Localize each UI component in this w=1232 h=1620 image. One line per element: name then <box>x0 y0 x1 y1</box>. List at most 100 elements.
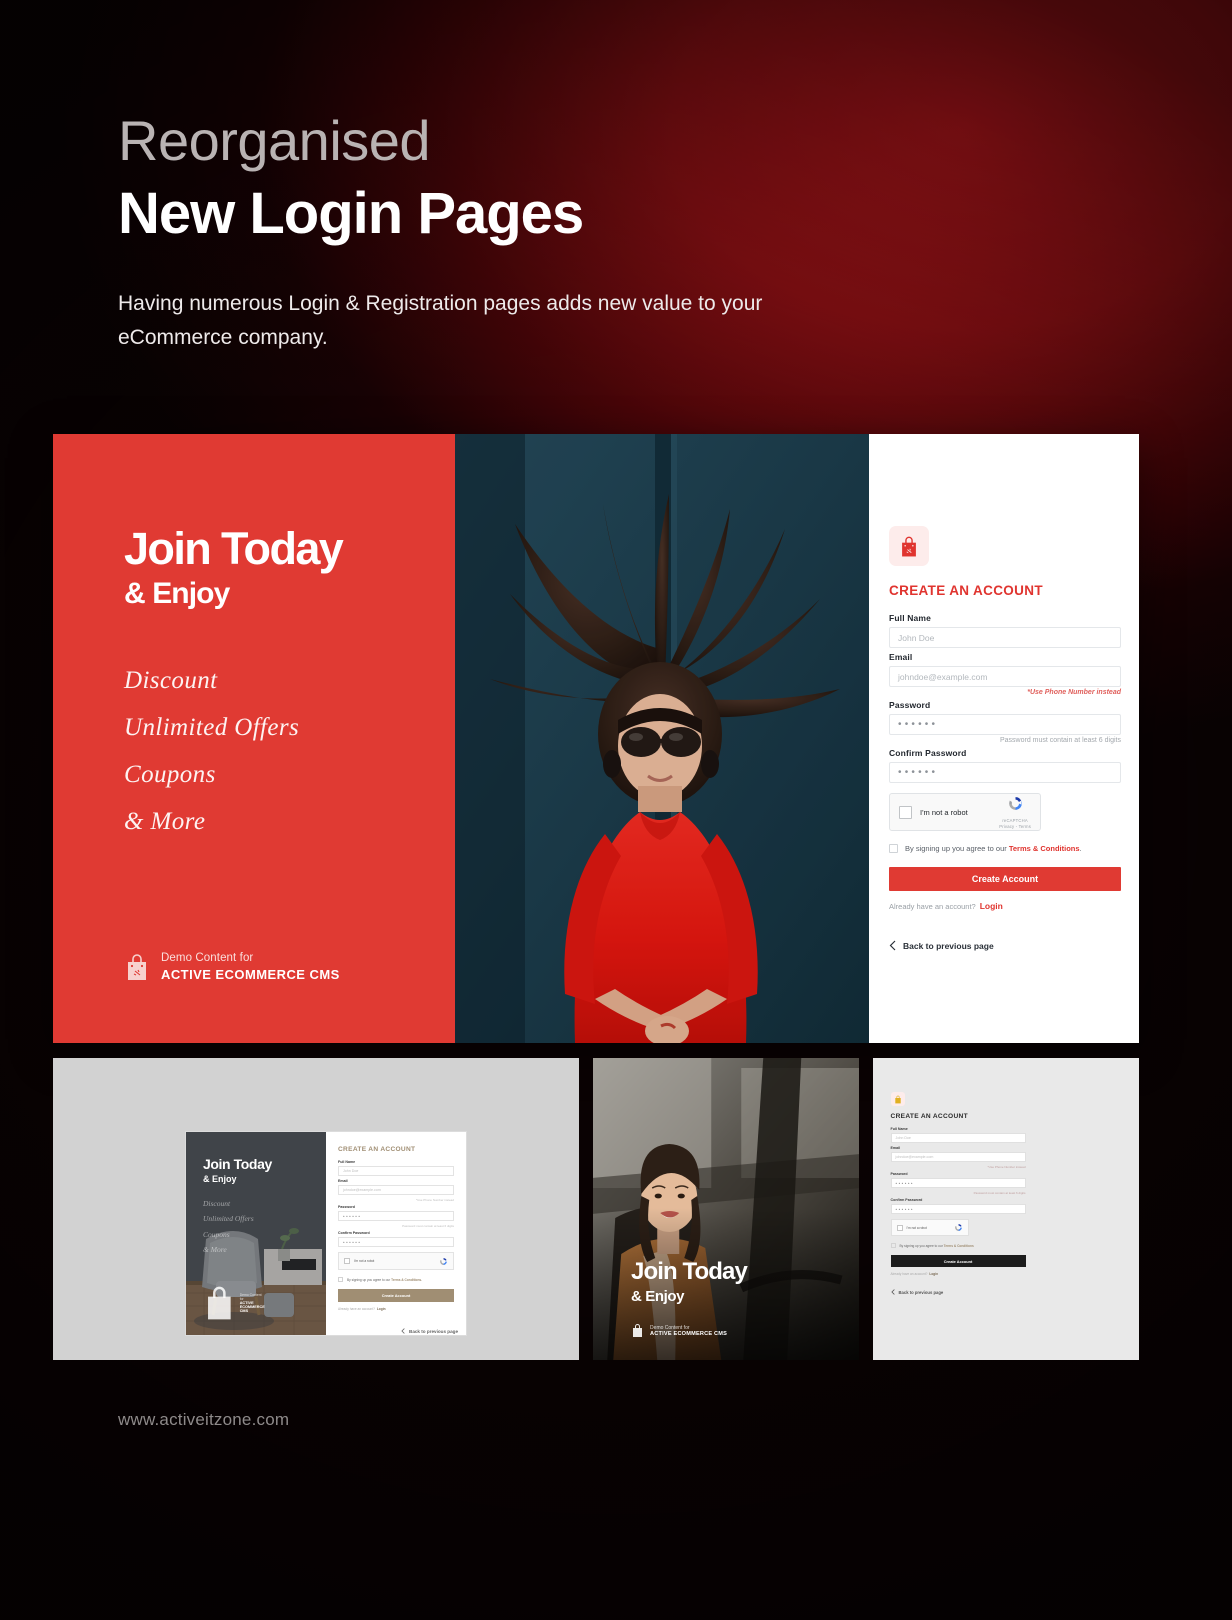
mini-form-title: CREATE AN ACCOUNT <box>338 1146 416 1153</box>
mini3-login-prompt: Already have an account? Login <box>891 1272 1126 1276</box>
mini3-terms-checkbox[interactable] <box>890 1243 896 1248</box>
mini-login-prompt: Already have an account? Login <box>338 1307 454 1311</box>
field-label: Email <box>889 652 913 662</box>
mini3-login-prompt-text: Already have an account? <box>890 1272 928 1276</box>
thumb2-promo-text: Join Today & Enjoy <box>631 1258 748 1305</box>
hero-photo <box>455 434 869 1043</box>
thumbnail-row: Join Today & Enjoy Discount Unlimited Of… <box>53 1058 1139 1360</box>
thumbnail-car-variant[interactable]: Join Today & Enjoy Demo Content for ACTI… <box>593 1058 859 1360</box>
mini-field-label: Confirm Password <box>338 1231 370 1235</box>
thumb2-heading-line2: & Enjoy <box>631 1288 685 1305</box>
chevron-left-icon <box>890 1289 895 1295</box>
promo-heading-line1: Join Today <box>124 523 344 574</box>
mini3-confirm-password-input[interactable]: •••••• <box>890 1204 1026 1214</box>
mini-terms-prefix: By signing up you agree to our <box>347 1277 391 1282</box>
mini-field-label: Full Name <box>338 1160 356 1164</box>
chevron-left-icon <box>401 1328 405 1334</box>
thumb2-heading-line1: Join Today <box>631 1258 748 1285</box>
mini3-form-title: CREATE AN ACCOUNT <box>890 1113 968 1120</box>
mini-promo-benefit: Coupons <box>203 1229 230 1239</box>
mini-full-name-input[interactable]: John Doe <box>338 1166 454 1176</box>
mini3-recaptcha-widget[interactable]: I'm not a robot <box>890 1219 969 1236</box>
field-confirm-password: Confirm Password •••••• <box>889 748 1121 783</box>
hero-subtitle: Having numerous Login & Registration pag… <box>118 292 763 349</box>
field-full-name: Full Name John Doe <box>889 613 1121 648</box>
mini3-form: CREATE AN ACCOUNT Full Name John Doe Ema… <box>890 1092 1126 1295</box>
recaptcha-icon <box>954 1224 962 1231</box>
mini-footer-caption: Demo Content for <box>239 1293 262 1302</box>
mini-promo-text: Join Today & Enjoy Discount Unlimited Of… <box>203 1156 272 1258</box>
mini-field-label: Password <box>338 1205 355 1209</box>
terms-checkbox[interactable] <box>889 844 898 853</box>
recaptcha-legal[interactable]: Privacy - Terms <box>999 824 1031 829</box>
login-link[interactable]: Login <box>980 901 1003 911</box>
mini3-recaptcha-checkbox[interactable] <box>896 1224 903 1231</box>
mini-create-account-button[interactable]: Create Account <box>338 1289 454 1302</box>
mini3-create-account-button[interactable]: Create Account <box>890 1255 1026 1267</box>
woman-red-dress-photo <box>455 434 869 1043</box>
recaptcha-checkbox[interactable] <box>899 805 912 819</box>
mini-recaptcha-checkbox[interactable] <box>344 1258 350 1264</box>
promo-panel: Join Today & Enjoy Discount Unlimited Of… <box>53 434 455 1043</box>
mini3-email-input[interactable]: johndoe@example.com <box>890 1152 1026 1162</box>
thumbnail-minimal-variant[interactable]: CREATE AN ACCOUNT Full Name John Doe Ema… <box>872 1058 1139 1360</box>
mini-footer-brand: ACTIVE ECOMMERCE CMS <box>239 1301 265 1314</box>
thumb2-footer-brand: ACTIVE ECOMMERCE CMS <box>650 1330 728 1337</box>
mini-terms-checkbox[interactable] <box>338 1277 343 1282</box>
footer-url[interactable]: www.activeitzone.com <box>118 1410 289 1430</box>
recaptcha-brand-label: reCAPTCHA <box>1002 818 1028 823</box>
shopping-bag-icon <box>894 1095 901 1103</box>
mini-form-panel: CREATE AN ACCOUNT Full Name John Doe Ema… <box>326 1132 466 1335</box>
mini-recaptcha-widget[interactable]: I'm not a robot <box>338 1252 454 1270</box>
shopping-bag-icon <box>633 1324 643 1337</box>
mini-terms-link[interactable]: Terms & Conditions. <box>391 1278 422 1282</box>
mini3-field-label: Full Name <box>890 1127 908 1131</box>
mini3-terms-link[interactable]: Terms & Conditions <box>944 1244 974 1248</box>
mini3-password-input[interactable]: •••••• <box>890 1178 1026 1188</box>
recaptcha-icon <box>440 1257 447 1265</box>
mini-promo-panel: Join Today & Enjoy Discount Unlimited Of… <box>186 1132 326 1335</box>
promo-footer: Demo Content for ACTIVE ECOMMERCE CMS <box>124 951 340 983</box>
field-email: Email johndoe@example.com *Use Phone Num… <box>889 652 1121 696</box>
mini3-terms-row: By signing up you agree to our Terms & C… <box>890 1243 1126 1248</box>
email-hint[interactable]: *Use Phone Number instead <box>889 689 1121 696</box>
full-name-input[interactable]: John Doe <box>889 627 1121 648</box>
recaptcha-widget[interactable]: I'm not a robot reCAPTCHA Privacy - Term… <box>889 793 1041 831</box>
back-to-previous-page-link[interactable]: Back to previous page <box>889 940 1121 951</box>
password-hint: Password must contain at least 6 digits <box>999 737 1121 744</box>
mini-login-prompt-text: Already have an account? <box>338 1307 375 1311</box>
mini-email-input[interactable]: johndoe@example.com <box>338 1185 454 1195</box>
mini3-terms-text: By signing up you agree to our Terms & C… <box>900 1244 974 1248</box>
mini-back-link[interactable]: Back to previous page <box>401 1328 458 1334</box>
mini3-recaptcha-label: I'm not a robot <box>906 1225 927 1230</box>
promo-benefit: Unlimited Offers <box>124 714 300 741</box>
promo-footer-brand: ACTIVE ECOMMERCE CMS <box>161 966 340 982</box>
mini-promo-h1: Join Today <box>203 1156 272 1172</box>
mini-confirm-password-input[interactable]: •••••• <box>338 1237 454 1247</box>
create-account-button[interactable]: Create Account <box>889 867 1121 891</box>
field-label: Confirm Password <box>889 748 967 758</box>
promo-benefit: Discount <box>124 667 218 694</box>
terms-text: By signing up you agree to our Terms & C… <box>905 844 1082 853</box>
mini3-back-link-label: Back to previous page <box>898 1289 944 1295</box>
password-input[interactable]: •••••• <box>889 714 1121 735</box>
mini-field-label: Email <box>338 1179 348 1183</box>
login-prompt: Already have an account? Login <box>889 901 1121 911</box>
mini3-login-link[interactable]: Login <box>929 1272 938 1276</box>
mini3-back-link[interactable]: Back to previous page <box>890 1289 1126 1295</box>
shopping-bag-icon <box>128 954 146 980</box>
thumbnail-interior-variant[interactable]: Join Today & Enjoy Discount Unlimited Of… <box>53 1058 580 1360</box>
email-input[interactable]: johndoe@example.com <box>889 666 1121 687</box>
recaptcha-label: I'm not a robot <box>920 807 968 817</box>
field-label: Full Name <box>889 613 931 623</box>
hero-section: Reorganised New Login Pages Having numer… <box>118 111 798 354</box>
mini3-full-name-input[interactable]: John Doe <box>890 1133 1026 1143</box>
field-label: Password <box>889 700 931 710</box>
confirm-password-input[interactable]: •••••• <box>889 762 1121 783</box>
terms-link[interactable]: Terms & Conditions <box>1009 844 1080 853</box>
page-title: New Login Pages <box>118 180 584 246</box>
mini-password-input[interactable]: •••••• <box>338 1211 454 1221</box>
main-mockup: Join Today & Enjoy Discount Unlimited Of… <box>53 434 1139 1043</box>
mini-login-link[interactable]: Login <box>377 1307 386 1311</box>
recaptcha-brand: reCAPTCHA Privacy - Terms <box>999 795 1031 829</box>
